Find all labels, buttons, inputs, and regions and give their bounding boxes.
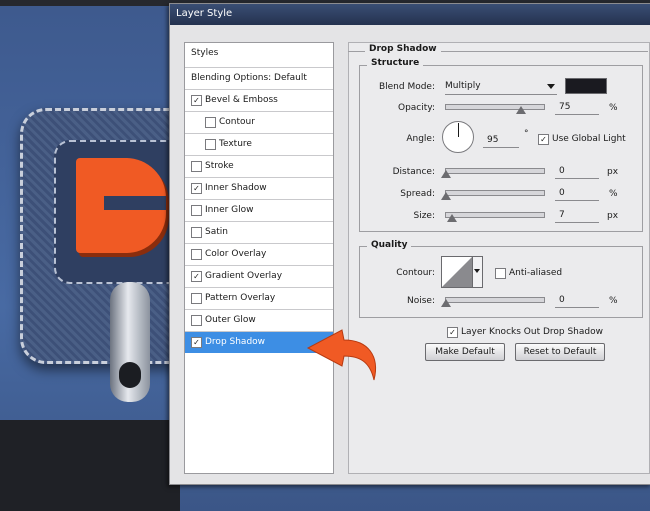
structure-title: Structure [367,58,424,68]
make-default-button[interactable]: Make Default [425,343,505,361]
style-item-contour[interactable]: Contour [185,111,333,133]
contour-picker[interactable] [441,256,483,288]
opacity-slider-thumb[interactable] [516,106,526,114]
style-item-label: Pattern Overlay [205,293,276,303]
style-item-checkbox[interactable]: ✓ [191,337,202,348]
angle-dial-needle [458,123,459,137]
style-item-stroke[interactable]: Stroke [185,155,333,177]
style-item-color-overlay[interactable]: Color Overlay [185,243,333,265]
style-item-label: Drop Shadow [205,337,266,347]
styles-list: Styles Blending Options: Default ✓ Bevel & … [184,42,334,474]
size-unit: px [607,211,619,221]
spread-label: Spread: [400,189,435,199]
style-item-label: Texture [219,139,252,149]
style-item-checkbox[interactable]: ✓ [191,95,202,106]
style-item-texture[interactable]: Texture [185,133,333,155]
style-item-checkbox[interactable]: ✓ [191,183,202,194]
style-item-checkbox[interactable] [191,249,202,260]
chevron-down-icon [547,84,555,89]
anti-aliased-label: Anti-aliased [509,268,563,278]
noise-label: Noise: [407,296,435,306]
style-item-label: Styles [191,48,219,58]
style-item-pattern-overlay[interactable]: Pattern Overlay [185,287,333,309]
style-item-checkbox[interactable] [205,117,216,128]
size-field[interactable]: 7 [555,209,599,223]
distance-field[interactable]: 0 [555,165,599,179]
style-item-checkbox[interactable] [191,205,202,216]
style-item-gradient-overlay[interactable]: ✓ Gradient Overlay [185,265,333,287]
style-item-label: Blending Options: Default [191,73,307,83]
style-item-label: Color Overlay [205,249,267,259]
distance-label: Distance: [392,167,435,177]
angle-field[interactable]: 95 [483,134,519,148]
size-slider-thumb[interactable] [447,214,457,222]
size-label: Size: [413,211,435,221]
style-item-checkbox[interactable]: ✓ [191,271,202,282]
angle-dial[interactable] [442,121,474,153]
style-item-inner-shadow[interactable]: ✓ Inner Shadow [185,177,333,199]
style-item-checkbox[interactable] [191,227,202,238]
canvas-dark-area [0,420,180,511]
spread-field[interactable]: 0 [555,187,599,201]
spread-slider-thumb[interactable] [441,192,451,200]
opacity-unit: % [609,103,618,113]
style-item-inner-glow[interactable]: Inner Glow [185,199,333,221]
style-item-label: Stroke [205,161,234,171]
letter-slot [104,196,166,210]
use-global-light-checkbox[interactable]: ✓ [538,134,549,145]
spread-unit: % [609,189,618,199]
reset-default-button[interactable]: Reset to Default [515,343,605,361]
blend-mode-label: Blend Mode: [378,82,435,92]
style-item-label: Inner Shadow [205,183,267,193]
noise-field[interactable]: 0 [555,294,599,308]
drop-shadow-title: Drop Shadow [365,44,441,54]
opacity-slider-track[interactable] [445,104,545,110]
quality-title: Quality [367,240,412,250]
knocks-out-checkbox[interactable]: ✓ [447,327,458,338]
contour-preview-icon [442,257,472,287]
noise-unit: % [609,296,618,306]
distance-unit: px [607,167,619,177]
style-item-checkbox[interactable] [191,161,202,172]
spread-slider-track[interactable] [445,190,545,196]
noise-slider-track[interactable] [445,297,545,303]
opacity-field[interactable]: 75 [555,101,599,115]
noise-slider-thumb[interactable] [441,299,451,307]
anti-aliased-checkbox[interactable] [495,268,506,279]
angle-unit: ° [524,129,529,139]
distance-slider-track[interactable] [445,168,545,174]
zipper-hole [119,362,141,388]
contour-dropdown-chevron-icon[interactable] [472,257,482,287]
drop-shadow-panel: Drop Shadow Structure Blend Mode: Multip… [348,42,650,474]
style-item-satin[interactable]: Satin [185,221,333,243]
style-item-styles[interactable]: Styles [185,43,333,65]
style-item-label: Contour [219,117,255,127]
style-item-label: Satin [205,227,228,237]
angle-label: Angle: [406,134,435,144]
style-item-bevel-emboss[interactable]: ✓ Bevel & Emboss [185,89,333,111]
knocks-out-label: Layer Knocks Out Drop Shadow [461,327,603,337]
dialog-title: Layer Style [176,8,233,19]
style-item-checkbox[interactable] [205,139,216,150]
opacity-label: Opacity: [398,103,435,113]
style-item-checkbox[interactable] [191,293,202,304]
style-item-blending-options-default[interactable]: Blending Options: Default [185,67,333,89]
use-global-light-label: Use Global Light [552,134,626,144]
quality-group [359,246,643,318]
style-item-label: Outer Glow [205,315,256,325]
style-item-label: Gradient Overlay [205,271,283,281]
style-item-checkbox[interactable] [191,315,202,326]
curved-arrow-icon [306,329,376,381]
blend-mode-select[interactable]: Multiply [445,79,557,95]
blend-mode-value: Multiply [445,81,481,91]
size-slider-track[interactable] [445,212,545,218]
contour-label: Contour: [396,268,435,278]
distance-slider-thumb[interactable] [441,170,451,178]
shadow-color-swatch[interactable] [565,78,607,94]
style-item-label: Inner Glow [205,205,254,215]
dialog-titlebar[interactable]: Layer Style [170,4,650,25]
style-item-label: Bevel & Emboss [205,95,278,105]
layer-style-dialog: Layer Style Styles Blending Options: Defa… [169,3,650,485]
